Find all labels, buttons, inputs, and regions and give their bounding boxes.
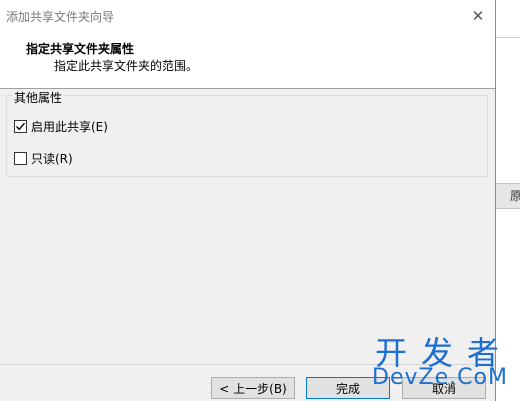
- page-subtitle: 指定此共享文件夹的范围。: [54, 59, 199, 73]
- enable-share-label: 启用此共享(E): [31, 120, 108, 134]
- page-title: 指定共享文件夹属性: [26, 42, 135, 56]
- watermark: 开发者 DevZe.CoM: [362, 336, 518, 390]
- other-properties-group: [6, 95, 488, 177]
- background-button-glyph: 原: [510, 189, 520, 203]
- enable-share-checkbox[interactable]: [14, 120, 27, 133]
- back-button[interactable]: < 上一步(B): [211, 377, 295, 399]
- read-only-option[interactable]: 只读(R): [14, 150, 73, 167]
- dialog-titlebar[interactable]: 添加共享文件夹向导 ✕: [0, 0, 495, 32]
- close-icon[interactable]: ✕: [466, 4, 490, 28]
- wizard-header: 指定共享文件夹属性 指定此共享文件夹的范围。: [0, 32, 495, 89]
- background-divider: [496, 37, 520, 38]
- enable-share-option[interactable]: 启用此共享(E): [14, 118, 108, 135]
- read-only-label: 只读(R): [31, 152, 73, 166]
- watermark-line2: DevZe.CoM: [372, 365, 508, 390]
- read-only-checkbox[interactable]: [14, 152, 27, 165]
- checkmark-icon: [16, 122, 26, 131]
- window-title: 添加共享文件夹向导: [6, 10, 115, 24]
- group-legend: 其他属性: [12, 89, 65, 106]
